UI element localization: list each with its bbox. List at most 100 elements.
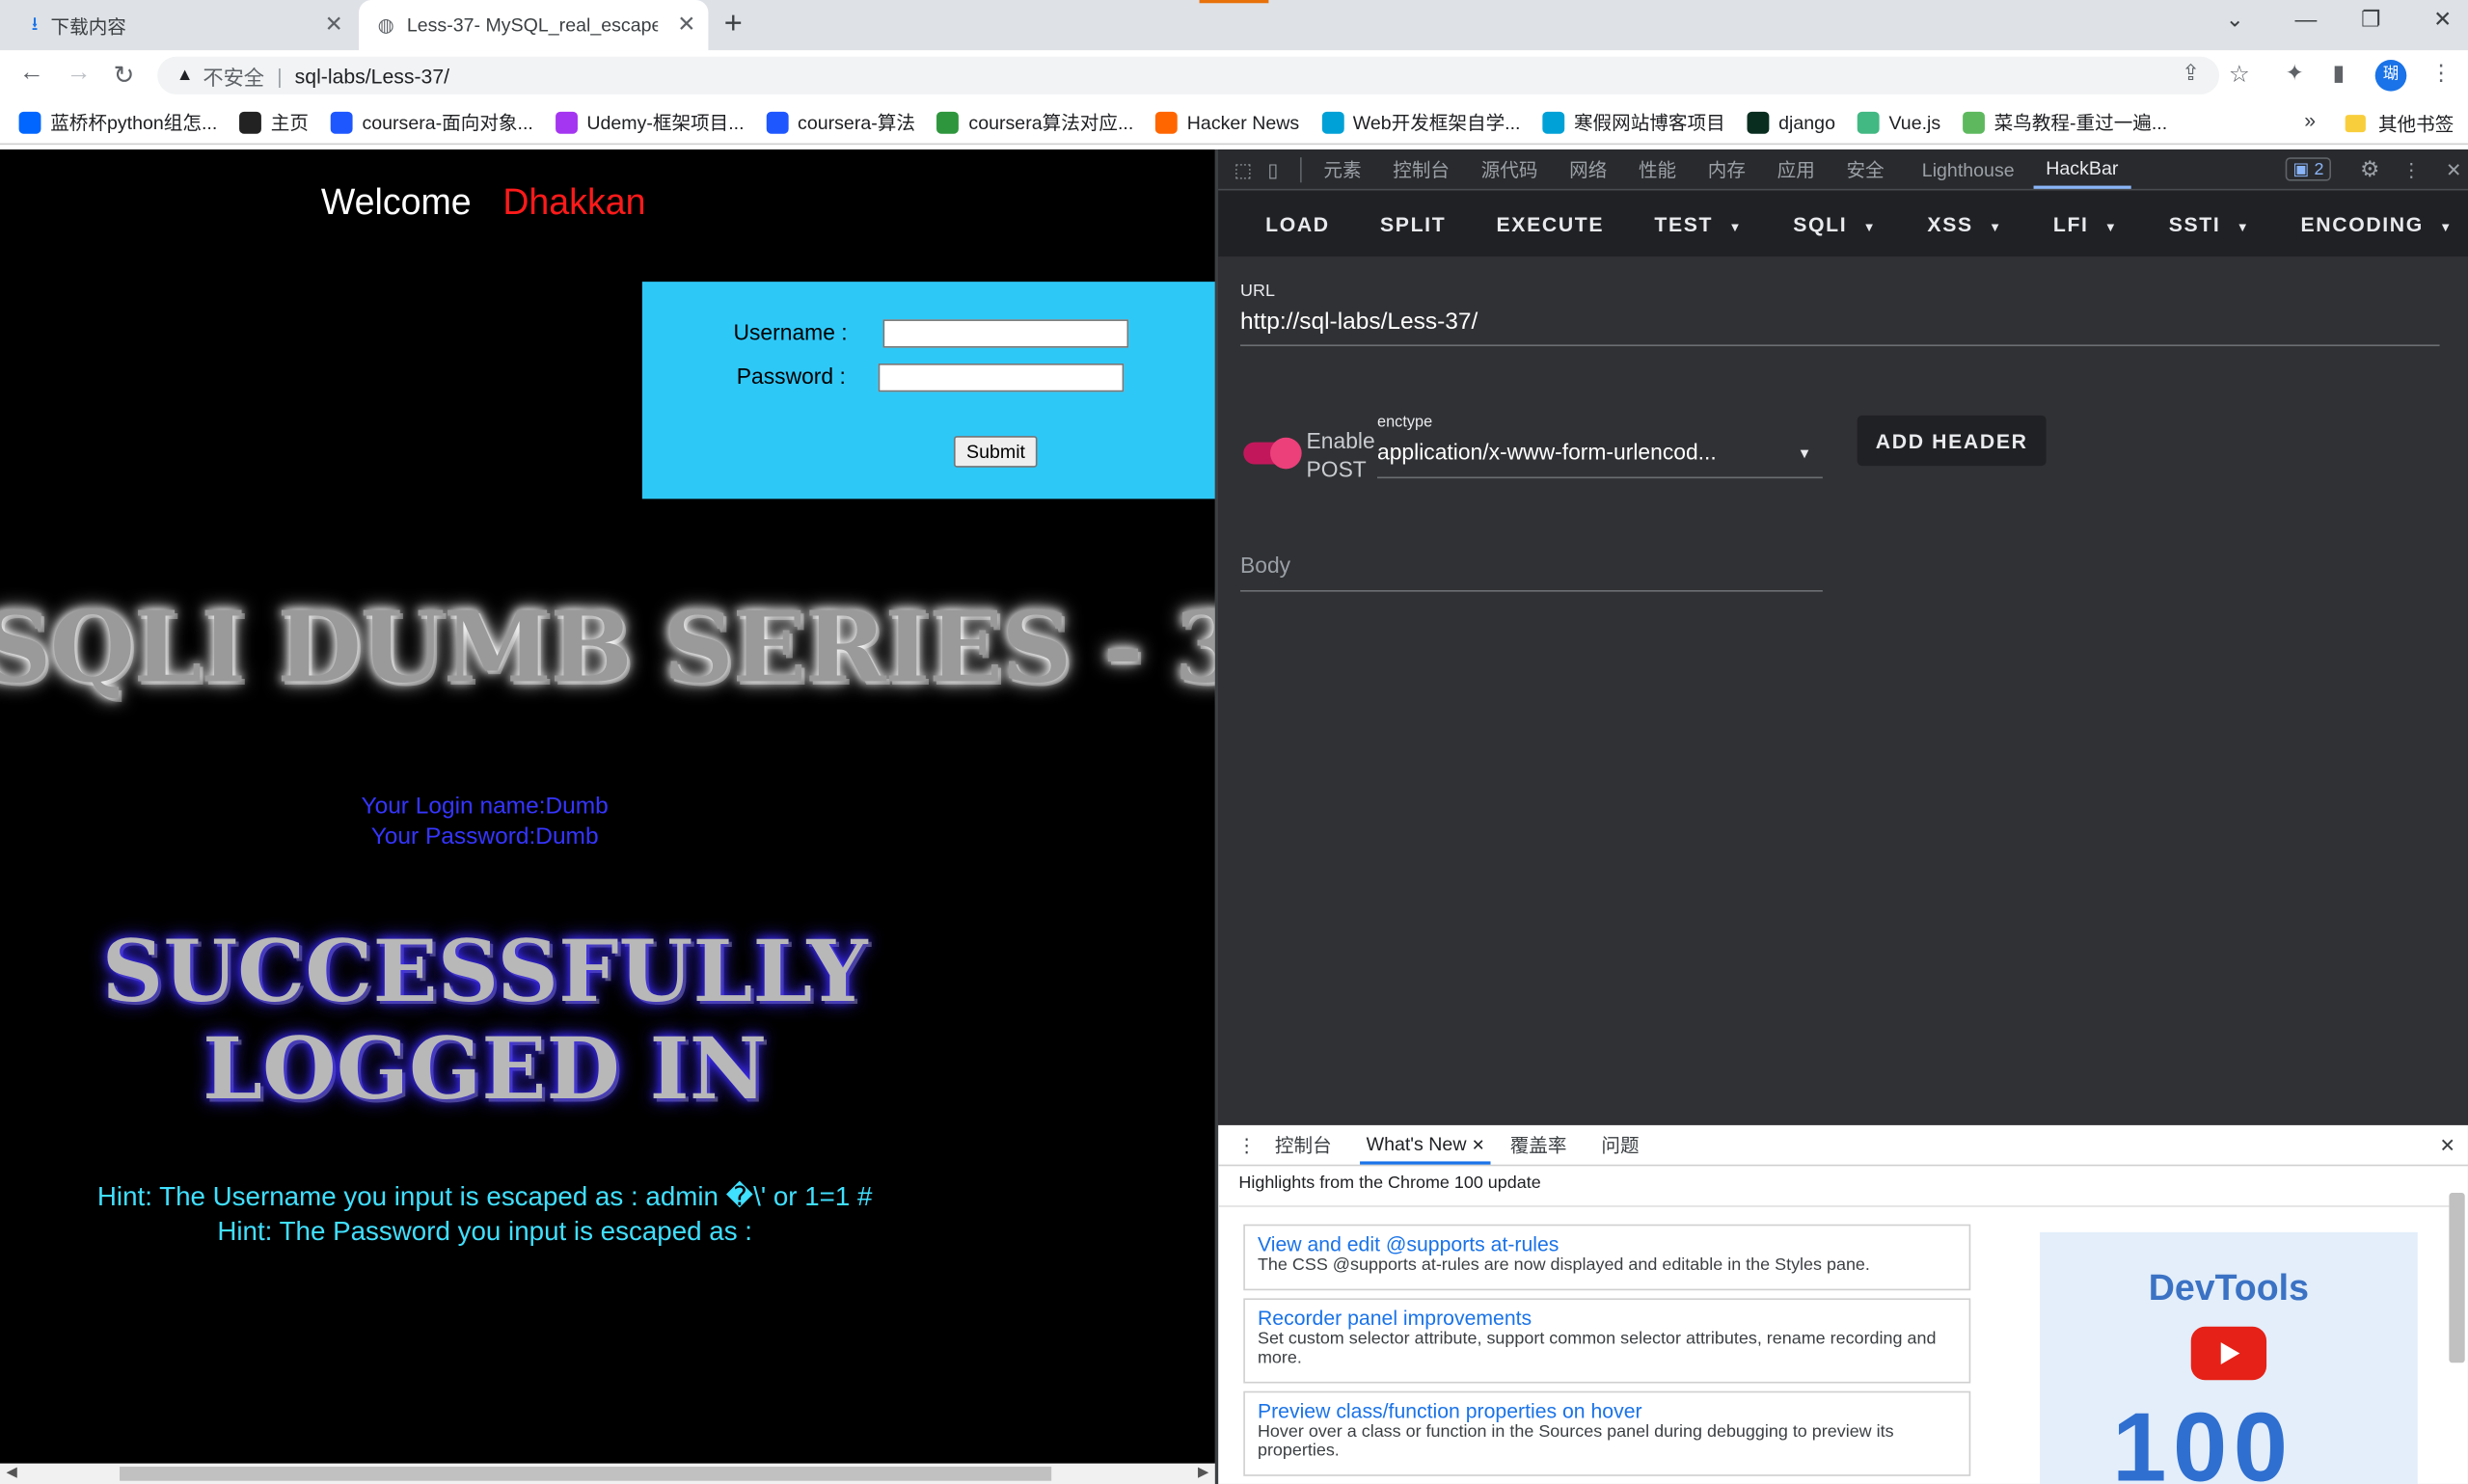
scrollbar-thumb[interactable] bbox=[120, 1467, 1052, 1481]
close-tab-icon[interactable]: ✕ bbox=[677, 11, 695, 38]
bookmark-item[interactable]: coursera算法对应... bbox=[936, 109, 1133, 136]
split-button[interactable]: SPLIT bbox=[1355, 212, 1472, 235]
devtools-tab-lighthouse[interactable]: Lighthouse bbox=[1922, 158, 2015, 180]
bookmark-item[interactable]: coursera-算法 bbox=[766, 109, 915, 136]
close-tab-icon[interactable]: ✕ bbox=[1472, 1137, 1485, 1154]
drawer-tab-issues[interactable]: 问题 bbox=[1601, 1131, 1639, 1158]
tab-downloads[interactable]: ⭳ 下载内容 ✕ bbox=[22, 0, 356, 50]
xss-dropdown[interactable]: XSS ▼ bbox=[1902, 212, 2027, 235]
back-icon[interactable]: ← bbox=[19, 60, 44, 88]
devtools-tab-network[interactable]: 网络 bbox=[1569, 156, 1607, 183]
url-field[interactable]: http://sql-labs/Less-37/ bbox=[1240, 309, 1478, 336]
ssti-dropdown[interactable]: SSTI ▼ bbox=[2144, 212, 2276, 235]
sqli-dropdown[interactable]: SQLI ▼ bbox=[1768, 212, 1902, 235]
submit-button[interactable]: Submit bbox=[953, 436, 1039, 468]
bookmarks-overflow[interactable]: » bbox=[2304, 109, 2316, 132]
enctype-dropdown-icon[interactable]: ▼ bbox=[1798, 445, 1812, 461]
password-input[interactable] bbox=[878, 363, 1125, 392]
execute-button[interactable]: EXECUTE bbox=[1471, 212, 1629, 235]
hint-username: Hint: The Username you input is escaped … bbox=[96, 1181, 873, 1212]
devtools-tab-application[interactable]: 应用 bbox=[1777, 156, 1815, 183]
security-label: 不安全 bbox=[203, 65, 265, 90]
issues-count: 2 bbox=[2314, 160, 2324, 180]
news-card[interactable]: Recorder panel improvements Set custom s… bbox=[1243, 1298, 1971, 1384]
issues-badge[interactable]: ▣ 2 bbox=[2285, 157, 2332, 181]
devtools-tab-sources[interactable]: 源代码 bbox=[1481, 156, 1538, 183]
profile-avatar[interactable]: 瑚 bbox=[2374, 60, 2407, 92]
enctype-select[interactable]: application/x-www-form-urlencod... bbox=[1377, 439, 1717, 464]
folder-icon bbox=[2345, 115, 2366, 133]
devtools-100-promo[interactable]: DevTools 100 bbox=[2040, 1231, 2418, 1484]
username-label: Username : bbox=[733, 319, 848, 345]
omnibox[interactable]: ▲ 不安全 | sql-labs/Less-37/ bbox=[157, 56, 2220, 94]
tab-title: 下载内容 bbox=[50, 14, 126, 38]
dropdown-arrow-icon: ▼ bbox=[2236, 219, 2251, 234]
drawer-tab-console[interactable]: 控制台 bbox=[1275, 1131, 1332, 1158]
close-tab-icon[interactable]: ✕ bbox=[325, 11, 343, 38]
news-card[interactable]: Preview class/function properties on hov… bbox=[1243, 1390, 1971, 1476]
device-toolbar-icon[interactable]: ▯ bbox=[1267, 158, 1278, 180]
devtools-tab-security[interactable]: 安全 bbox=[1846, 156, 1884, 183]
load-button[interactable]: LOAD bbox=[1240, 212, 1355, 235]
devtools-tab-hackbar[interactable]: HackBar bbox=[2033, 149, 2131, 189]
bookmark-item[interactable]: 蓝桥杯python组怎... bbox=[18, 109, 217, 136]
username-input[interactable] bbox=[882, 319, 1129, 348]
minimize-icon[interactable]: — bbox=[2294, 7, 2317, 32]
close-drawer-icon[interactable]: ✕ bbox=[2439, 1134, 2454, 1156]
bookmark-item[interactable]: 主页 bbox=[239, 109, 309, 136]
scroll-left-icon[interactable]: ◀ bbox=[7, 1464, 17, 1481]
dropdown-arrow-icon: ▼ bbox=[2439, 219, 2454, 234]
drawer-menu-icon[interactable]: ⋮ bbox=[1237, 1134, 1257, 1156]
success-line-2: LOGGED IN bbox=[202, 1017, 768, 1120]
news-card-title[interactable]: View and edit @supports at-rules bbox=[1258, 1232, 1957, 1255]
news-card-title[interactable]: Preview class/function properties on hov… bbox=[1258, 1399, 1957, 1422]
more-options-icon[interactable]: ⋮ bbox=[2401, 158, 2421, 180]
drawer-tab-coverage[interactable]: 覆盖率 bbox=[1510, 1131, 1567, 1158]
bookmark-label: Vue.js bbox=[1888, 111, 1941, 133]
lfi-dropdown[interactable]: LFI ▼ bbox=[2028, 212, 2144, 235]
scroll-right-icon[interactable]: ▶ bbox=[1198, 1464, 1208, 1481]
toggle-knob[interactable] bbox=[1270, 437, 1302, 470]
drawer-scrollbar[interactable] bbox=[2449, 1193, 2465, 1363]
bookmark-item[interactable]: 菜鸟教程-重过一遍... bbox=[1963, 109, 2167, 136]
bookmark-item[interactable]: coursera-面向对象... bbox=[330, 109, 533, 136]
settings-icon[interactable]: ⚙ bbox=[2360, 156, 2380, 183]
reload-icon[interactable]: ↻ bbox=[114, 60, 135, 92]
drawer-tab-whats-new[interactable]: What's New ✕ bbox=[1360, 1126, 1492, 1164]
encoding-label: ENCODING bbox=[2300, 211, 2424, 235]
inspect-icon[interactable]: ⬚ bbox=[1234, 158, 1252, 180]
other-bookmarks[interactable]: 其他书签 bbox=[2345, 110, 2454, 137]
side-panel-icon[interactable]: ▮ bbox=[2333, 60, 2346, 87]
add-header-button[interactable]: ADD HEADER bbox=[1857, 415, 2047, 467]
hackbar-panel bbox=[1218, 256, 2468, 1125]
extensions-icon[interactable]: ✦ bbox=[2286, 60, 2304, 87]
bookmark-item[interactable]: django bbox=[1747, 111, 1835, 133]
bookmark-item[interactable]: Web开发框架自学... bbox=[1321, 109, 1520, 136]
body-field[interactable]: Body bbox=[1240, 553, 1290, 578]
news-card-title[interactable]: Recorder panel improvements bbox=[1258, 1307, 1957, 1330]
menu-icon[interactable]: ⋮ bbox=[2430, 60, 2453, 87]
youtube-play-icon bbox=[2190, 1326, 2267, 1381]
bookmark-item[interactable]: Udemy-框架项目... bbox=[555, 109, 745, 136]
welcome-text: Welcome bbox=[320, 180, 472, 223]
restore-icon[interactable]: ❐ bbox=[2361, 7, 2381, 34]
forward-icon[interactable]: → bbox=[67, 60, 92, 88]
bookmark-star-icon[interactable]: ☆ bbox=[2229, 60, 2250, 89]
bookmark-item[interactable]: 寒假网站博客项目 bbox=[1542, 109, 1725, 136]
tab-less37[interactable]: ◍ Less-37- MySQL_real_escape_ ✕ bbox=[359, 0, 709, 51]
devtools-tab-elements[interactable]: 元素 bbox=[1323, 156, 1361, 183]
new-tab-button[interactable]: + bbox=[724, 7, 743, 43]
close-devtools-icon[interactable]: ✕ bbox=[2446, 158, 2461, 180]
bookmark-item[interactable]: Hacker News bbox=[1155, 111, 1299, 133]
bookmark-item[interactable]: Vue.js bbox=[1857, 111, 1941, 133]
devtools-tab-performance[interactable]: 性能 bbox=[1639, 156, 1676, 183]
news-card-desc: The CSS @supports at-rules are now displ… bbox=[1257, 1255, 1870, 1275]
news-card[interactable]: View and edit @supports at-rules The CSS… bbox=[1243, 1224, 1971, 1291]
tab-search-icon[interactable]: ⌄ bbox=[2226, 7, 2244, 34]
close-window-icon[interactable]: ✕ bbox=[2433, 7, 2452, 34]
devtools-tab-memory[interactable]: 内存 bbox=[1708, 156, 1746, 183]
share-icon[interactable]: ⇪ bbox=[2182, 60, 2200, 87]
test-dropdown[interactable]: TEST ▼ bbox=[1629, 212, 1768, 235]
encoding-dropdown[interactable]: ENCODING ▼ bbox=[2275, 212, 2468, 235]
devtools-tab-console[interactable]: 控制台 bbox=[1393, 156, 1450, 183]
